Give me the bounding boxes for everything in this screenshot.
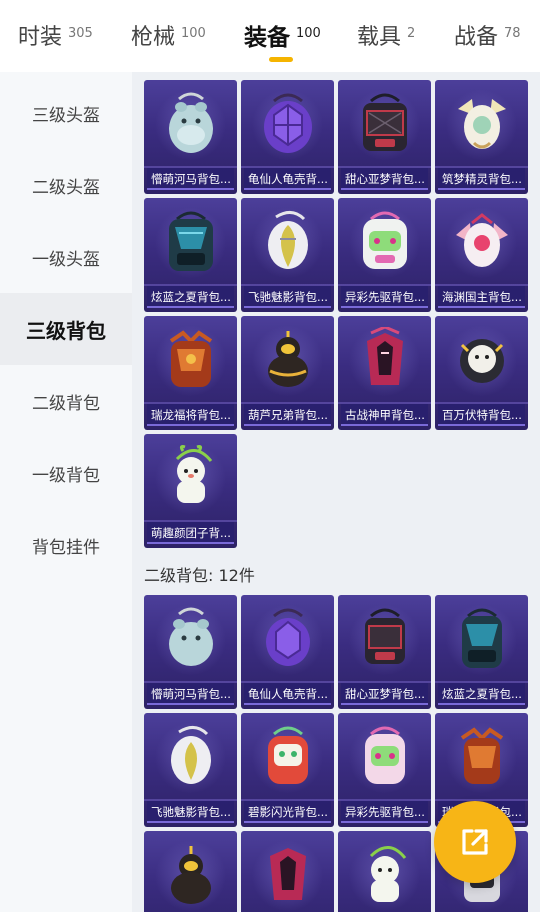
sidebar-item-backpack-3[interactable]: 三级背包 <box>0 293 132 365</box>
tab-label: 战备 <box>454 25 499 50</box>
item-card[interactable]: 古战神甲背包... <box>338 316 431 430</box>
item-card[interactable]: 甜心亚梦背包... <box>338 80 431 194</box>
phantom-backpack-icon <box>267 211 308 269</box>
tab-vehicles[interactable]: 载具 2 <box>357 20 415 60</box>
item-card[interactable]: 瑞龙福将背包... <box>144 316 237 430</box>
tab-label: 载具 <box>357 25 402 50</box>
category-tabs: 时装 305 枪械 100 装备 100 载具 2 战备 78 <box>0 0 540 72</box>
item-card[interactable]: 筑梦精灵背包... <box>435 80 528 194</box>
item-name: 碧影闪光背包... <box>244 801 331 823</box>
item-name: 萌趣颜团子背... <box>147 522 234 544</box>
item-card[interactable]: 碧影闪光背包... <box>241 713 334 827</box>
tab-supplies[interactable]: 战备 78 <box>454 20 521 60</box>
tab-count: 2 <box>407 26 416 41</box>
dumpling-backpack-icon <box>175 445 212 503</box>
item-name: 瑞龙福将背包... <box>147 404 234 426</box>
million-volt-backpack-icon <box>459 339 504 383</box>
abyss-lord-backpack-icon <box>455 213 508 267</box>
dream-spirit-backpack-icon <box>457 99 506 149</box>
item-name: 飞驰魅影背包... <box>244 286 331 308</box>
item-name: 异彩先驱背包... <box>341 286 428 308</box>
sidebar-item-helmet-1[interactable]: 一级头盔 <box>0 221 132 293</box>
sidebar-item-helmet-3[interactable]: 三级头盔 <box>0 77 132 149</box>
item-name: 海渊国主背包... <box>438 286 525 308</box>
item-name: 筑梦精灵背包... <box>438 168 525 190</box>
sweetheart-backpack-icon <box>362 93 407 151</box>
phantom-backpack-icon <box>170 726 211 784</box>
item-card[interactable]: 龟仙人龟壳背... <box>241 80 334 194</box>
item-name: 甜心亚梦背包... <box>341 168 428 190</box>
tab-count: 305 <box>68 26 93 41</box>
tab-count: 100 <box>296 26 321 41</box>
jade-flash-backpack-icon <box>267 726 308 784</box>
item-card[interactable] <box>338 831 431 912</box>
item-name: 炫蓝之夏背包... <box>438 683 525 705</box>
war-god-backpack-icon <box>269 848 306 900</box>
turtle-shell-backpack-icon <box>265 608 310 666</box>
sidebar-item-helmet-2[interactable]: 二级头盔 <box>0 149 132 221</box>
item-card[interactable]: 懵萌河马背包... <box>144 80 237 194</box>
tab-fashion[interactable]: 时装 305 <box>18 20 93 60</box>
tab-label: 装备 <box>244 25 290 51</box>
dragon-general-backpack-icon <box>460 727 503 784</box>
external-link-button[interactable] <box>434 801 516 883</box>
tab-label: 时装 <box>18 25 63 50</box>
item-card[interactable]: 炫蓝之夏背包... <box>144 198 237 312</box>
item-name: 龟仙人龟壳背... <box>244 168 331 190</box>
external-link-icon <box>462 829 488 855</box>
item-card[interactable]: 懵萌河马背包... <box>144 595 237 709</box>
sidebar: 三级头盔 二级头盔 一级头盔 三级背包 二级背包 一级背包 背包挂件 <box>0 72 132 912</box>
item-card[interactable]: 飞驰魅影背包... <box>241 198 334 312</box>
item-card[interactable]: 海渊国主背包... <box>435 198 528 312</box>
item-card[interactable]: 百万伏特背包... <box>435 316 528 430</box>
item-name: 甜心亚梦背包... <box>341 683 428 705</box>
item-name: 百万伏特背包... <box>438 404 525 426</box>
sweetheart-backpack-icon <box>364 608 405 664</box>
dumpling-backpack-icon <box>369 846 406 902</box>
pioneer-backpack-icon <box>362 211 407 269</box>
item-name: 飞驰魅影背包... <box>147 801 234 823</box>
item-card[interactable]: 萌趣颜团子背... <box>144 434 237 548</box>
item-card[interactable]: 炫蓝之夏背包... <box>435 595 528 709</box>
item-name: 异彩先驱背包... <box>341 801 428 823</box>
item-name: 懵萌河马背包... <box>147 683 234 705</box>
dragon-general-backpack-icon <box>169 330 212 387</box>
item-card[interactable]: 龟仙人龟壳背... <box>241 595 334 709</box>
item-name: 古战神甲背包... <box>341 404 428 426</box>
war-god-backpack-icon <box>366 327 403 385</box>
sidebar-item-backpack-2[interactable]: 二级背包 <box>0 365 132 437</box>
item-name: 葫芦兄弟背包... <box>244 404 331 426</box>
item-card[interactable]: 葫芦兄弟背包... <box>241 316 334 430</box>
blue-summer-backpack-icon <box>461 608 502 668</box>
tab-guns[interactable]: 枪械 100 <box>131 20 206 60</box>
sidebar-item-backpack-1[interactable]: 一级背包 <box>0 437 132 509</box>
item-card[interactable]: 飞驰魅影背包... <box>144 713 237 827</box>
item-card[interactable]: 异彩先驱背包... <box>338 198 431 312</box>
tab-count: 78 <box>504 26 521 41</box>
item-card[interactable] <box>144 831 237 912</box>
sidebar-item-backpack-charm[interactable]: 背包挂件 <box>0 509 132 581</box>
section-title-backpack-2: 二级背包: 12件 <box>144 566 255 585</box>
hippo-backpack-icon <box>168 607 213 666</box>
blue-summer-backpack-icon <box>168 211 213 271</box>
turtle-shell-backpack-icon <box>263 93 312 153</box>
hippo-backpack-icon <box>168 92 213 153</box>
item-card[interactable]: 甜心亚梦背包... <box>338 595 431 709</box>
gourd-brothers-backpack-icon <box>267 331 308 387</box>
item-name: 炫蓝之夏背包... <box>147 286 234 308</box>
pioneer-backpack-icon <box>364 726 405 784</box>
app-root: 时装 305 枪械 100 装备 100 载具 2 战备 78 三级头盔 二级头… <box>0 0 540 912</box>
gourd-brothers-backpack-icon <box>170 846 211 904</box>
tab-label: 枪械 <box>131 25 176 50</box>
tab-equipment[interactable]: 装备 100 <box>244 20 321 62</box>
item-card[interactable] <box>241 831 334 912</box>
item-name: 懵萌河马背包... <box>147 168 234 190</box>
tab-count: 100 <box>181 26 206 41</box>
item-card[interactable]: 异彩先驱背包... <box>338 713 431 827</box>
item-grid-area: 懵萌河马背包... 龟仙人龟壳背... 甜心亚梦背包... 筑梦精灵背包... … <box>132 72 540 912</box>
active-tab-indicator <box>269 57 293 62</box>
item-name: 龟仙人龟壳背... <box>244 683 331 705</box>
